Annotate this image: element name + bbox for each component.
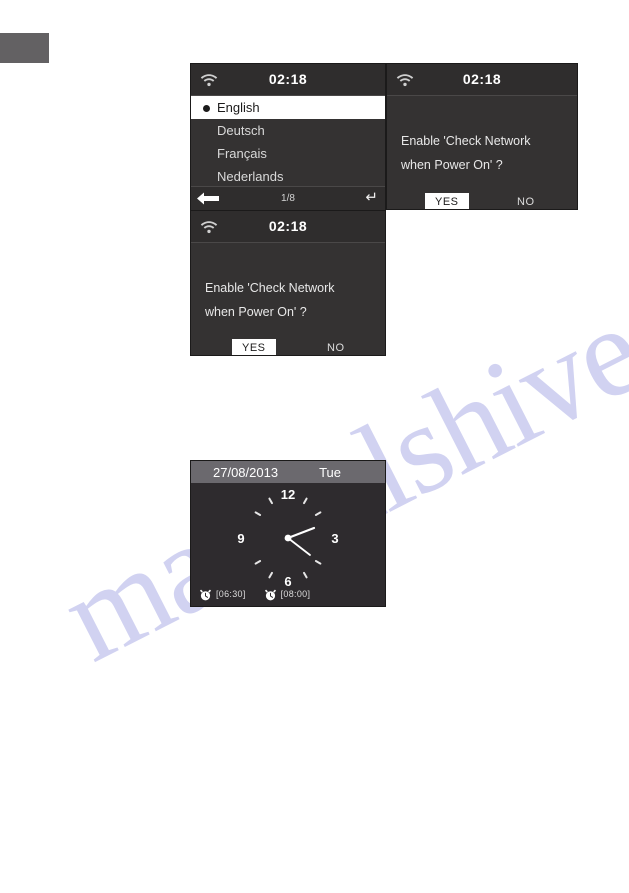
status-clock: 02:18 [268,71,308,87]
statusbar-confirm-right: 02:18 [387,64,577,96]
date-text: 27/08/2013 [213,465,279,480]
language-list[interactable]: English Deutsch Français Nederlands [191,96,385,188]
page-indicator: 1/8 [281,193,295,204]
weekday-text: Tue [319,465,341,480]
enter-return-icon[interactable]: ↵ [365,190,378,205]
dialog-message-line-2: when Power On' ? [205,305,307,319]
list-item[interactable]: Nederlands [191,165,385,188]
svg-text:6: 6 [284,574,291,589]
confirm-dialog-body-right: Enable 'Check Network when Power On' ? Y… [387,96,577,209]
alarm-time-label: [08:00] [280,589,311,599]
list-item[interactable]: English [191,96,385,119]
dialog-message-line-2: when Power On' ? [401,158,503,172]
screen-language-select[interactable]: 02:18 English Deutsch Français Nederland… [190,63,386,212]
list-item: [06:30] [199,588,246,601]
status-clock: 02:18 [462,71,502,87]
list-item: [08:00] [264,588,311,601]
screen-clock-display[interactable]: 27/08/2013 Tue 12 3 6 9 [06:30] [08:00] [190,460,386,607]
statusbar-language: 02:18 [191,64,385,96]
screen-confirm-network-lower[interactable]: 02:18 Enable 'Check Network when Power O… [190,210,386,356]
screen-confirm-network-right[interactable]: 02:18 Enable 'Check Network when Power O… [386,63,578,210]
list-item-label: Français [217,146,267,161]
svg-text:9: 9 [237,531,244,546]
alarm-indicators: [06:30] [08:00] [199,588,328,601]
date-bar: 27/08/2013 Tue [191,461,385,483]
statusbar-confirm-lower: 02:18 [191,211,385,243]
no-button[interactable]: NO [321,339,351,355]
selected-bullet-icon [203,105,210,112]
no-button[interactable]: NO [511,193,541,209]
status-clock: 02:18 [268,218,308,234]
list-item[interactable]: Français [191,142,385,165]
confirm-dialog-body-lower: Enable 'Check Network when Power On' ? Y… [191,243,385,355]
language-navbar: 1/8 ↵ [191,186,385,211]
yes-button[interactable]: YES [425,193,469,209]
svg-text:12: 12 [281,487,295,502]
list-item-label: Deutsch [217,123,265,138]
list-item[interactable]: Deutsch [191,119,385,142]
clock-svg: 12 3 6 9 [237,487,338,589]
alarm-clock-icon [199,588,212,601]
dialog-message-line-1: Enable 'Check Network [205,281,335,295]
alarm-clock-icon [264,588,277,601]
page-corner-tab [0,33,49,63]
yes-button[interactable]: YES [232,339,276,355]
list-item-label: English [217,100,260,115]
dialog-message-line-1: Enable 'Check Network [401,134,531,148]
alarm-time-label: [06:30] [216,589,246,599]
list-item-label: Nederlands [217,169,284,184]
svg-text:3: 3 [331,531,338,546]
